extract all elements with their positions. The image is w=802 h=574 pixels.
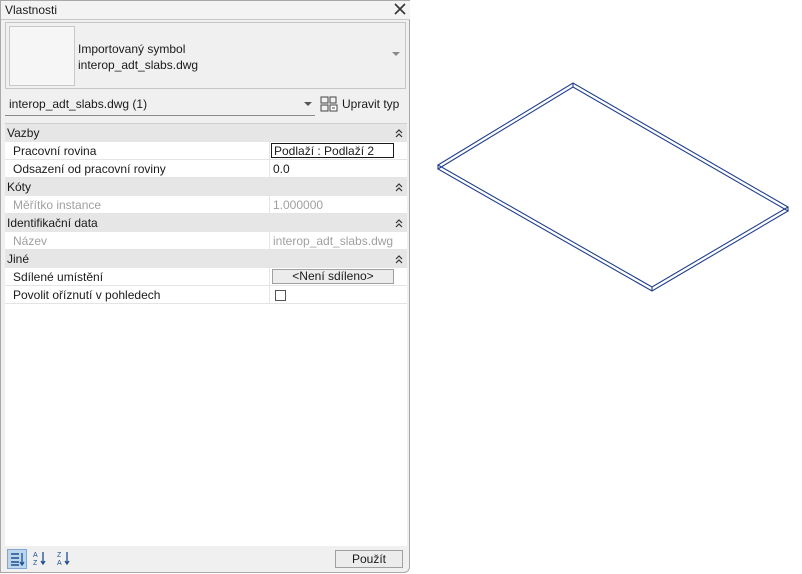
property-label: Název <box>13 234 48 248</box>
offset-value[interactable]: 0.0 <box>273 162 290 176</box>
collapse-icon[interactable] <box>395 182 403 192</box>
column-divider <box>269 142 270 160</box>
work-plane-field[interactable]: Podlaží : Podlaží 2 <box>271 143 394 158</box>
svg-text:Z: Z <box>57 552 62 559</box>
group-header-identifikacni-data[interactable]: Identifikační data <box>5 214 407 232</box>
chevron-down-icon[interactable] <box>392 52 400 56</box>
collapse-icon[interactable] <box>395 128 403 138</box>
column-divider <box>269 286 270 304</box>
categorized-list-icon <box>11 553 25 567</box>
apply-button[interactable]: Použít <box>335 550 403 568</box>
name-value: interop_adt_slabs.dwg <box>273 234 394 248</box>
property-row-pracovni-rovina[interactable]: Pracovní rovina Podlaží : Podlaží 2 <box>5 142 407 160</box>
panel-title: Vlastnosti <box>5 3 58 17</box>
sort-za-icon: Z A <box>57 552 70 567</box>
svg-text:Z: Z <box>33 560 38 567</box>
sort-ascending-button[interactable]: A Z <box>31 549 51 569</box>
sort-descending-button[interactable]: Z A <box>55 549 75 569</box>
close-icon[interactable] <box>393 2 407 16</box>
property-row-meritko: Měřítko instance 1.000000 <box>5 196 407 214</box>
group-header-jine[interactable]: Jiné <box>5 250 407 268</box>
collapse-icon[interactable] <box>395 254 403 264</box>
property-label: Měřítko instance <box>13 198 102 212</box>
type-name: Importovaný symbol interop_adt_slabs.dwg <box>78 41 198 73</box>
group-label: Identifikační data <box>7 216 98 230</box>
property-row-sdilene-umisteni[interactable]: Sdílené umístění <Není sdíleno> <box>5 268 407 286</box>
slab-outline <box>436 82 790 292</box>
work-plane-value: Podlaží : Podlaží 2 <box>274 144 375 158</box>
scale-value: 1.000000 <box>273 198 324 212</box>
property-row-nazev: Název interop_adt_slabs.dwg <box>5 232 407 250</box>
group-header-koty[interactable]: Kóty <box>5 178 407 196</box>
svg-text:A: A <box>57 560 62 567</box>
chevron-down-icon[interactable] <box>304 102 312 106</box>
instance-filter-dropdown[interactable]: interop_adt_slabs.dwg (1) <box>5 95 315 116</box>
properties-panel: Vlastnosti Importovaný symbol interop_ad… <box>0 0 410 573</box>
type-selector[interactable]: Importovaný symbol interop_adt_slabs.dwg <box>5 22 406 89</box>
column-divider <box>269 196 270 214</box>
type-name-label: interop_adt_slabs.dwg <box>78 58 199 72</box>
column-divider <box>269 160 270 178</box>
property-row-povolit-oriznuti[interactable]: Povolit oříznutí v pohledech <box>5 286 407 304</box>
property-label: Povolit oříznutí v pohledech <box>13 288 161 302</box>
properties-footer: A Z Z A Použít <box>1 547 410 573</box>
group-label: Jiné <box>7 252 30 266</box>
instance-filter-label: interop_adt_slabs.dwg (1) <box>9 97 148 111</box>
model-view-slab[interactable] <box>430 75 800 295</box>
properties-grid: Vazby Pracovní rovina Podlaží : Podlaží … <box>5 123 407 546</box>
crop-in-views-checkbox[interactable] <box>275 290 286 301</box>
property-label: Sdílené umístění <box>13 270 104 284</box>
sort-az-icon: A Z <box>33 552 46 567</box>
group-label: Vazby <box>7 126 40 140</box>
edit-type-label: Upravit typ <box>342 97 400 111</box>
property-label: Pracovní rovina <box>13 144 97 158</box>
edit-type-icon <box>320 96 338 112</box>
type-family-label: Importovaný symbol <box>78 42 186 56</box>
categorized-view-button[interactable] <box>7 549 27 569</box>
type-preview-thumbnail <box>9 26 75 86</box>
properties-titlebar: Vlastnosti <box>1 1 410 20</box>
property-label: Odsazení od pracovní roviny <box>13 162 166 176</box>
group-header-vazby[interactable]: Vazby <box>5 124 407 142</box>
property-row-odsazeni[interactable]: Odsazení od pracovní roviny 0.0 <box>5 160 407 178</box>
column-divider <box>269 268 270 286</box>
svg-text:A: A <box>33 552 38 559</box>
collapse-icon[interactable] <box>395 218 403 228</box>
column-divider <box>269 232 270 250</box>
shared-site-button[interactable]: <Není sdíleno> <box>272 269 394 284</box>
group-label: Kóty <box>7 180 32 194</box>
